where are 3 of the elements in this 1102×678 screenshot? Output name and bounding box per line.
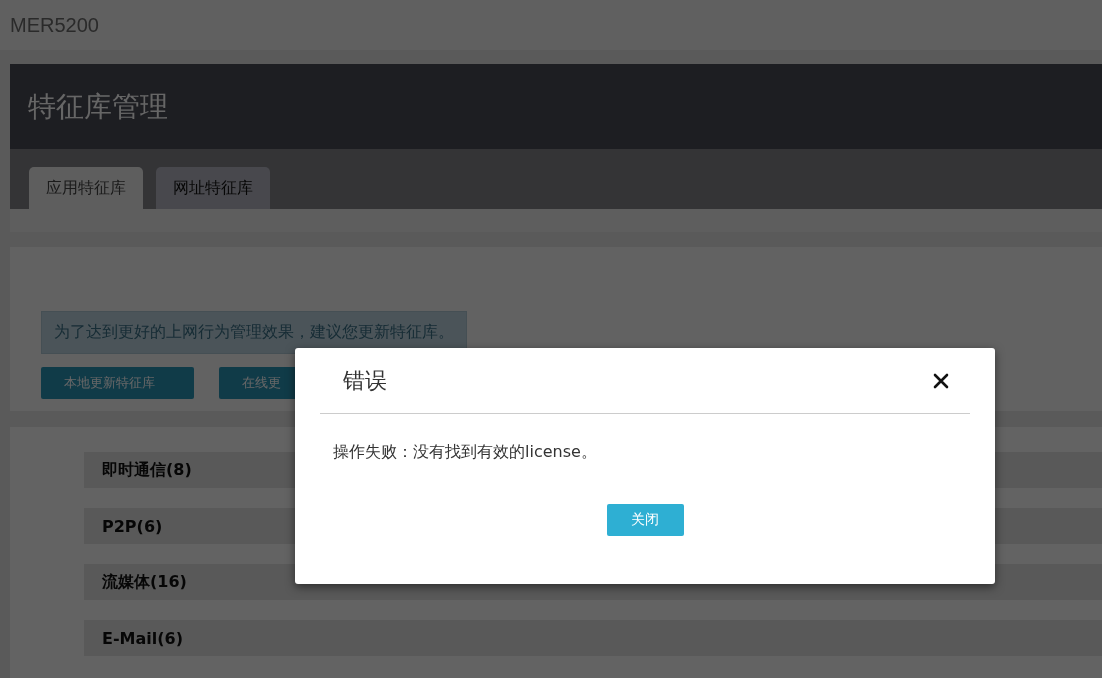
page-title: 特征库管理: [28, 88, 168, 125]
dialog-title: 错误: [343, 366, 387, 395]
dialog-message: 操作失败：没有找到有效的license。: [332, 441, 598, 463]
